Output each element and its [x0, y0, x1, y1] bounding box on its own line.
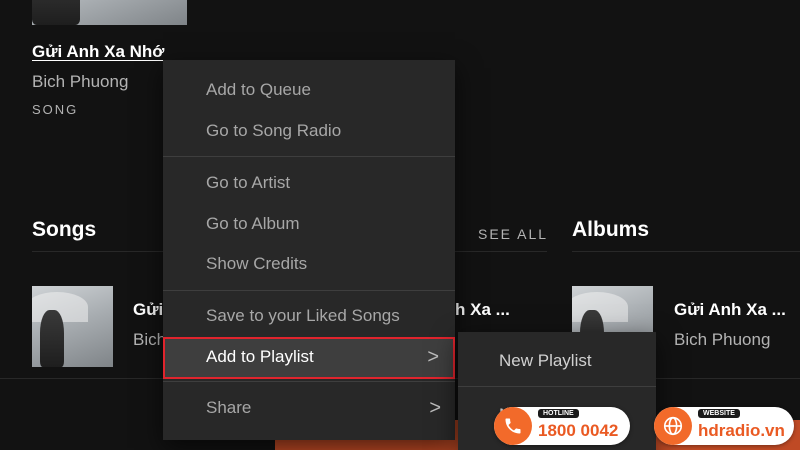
context-menu: Add to Queue Go to Song Radio Go to Arti… — [163, 60, 455, 440]
menu-go-to-song-radio[interactable]: Go to Song Radio — [163, 111, 455, 151]
top-result-album-art[interactable] — [32, 0, 187, 25]
menu-go-to-artist[interactable]: Go to Artist — [163, 163, 455, 203]
see-all-link[interactable]: SEE ALL — [478, 226, 548, 242]
album-artist[interactable]: Bich Phuong — [674, 330, 770, 350]
top-result-type: SONG — [32, 102, 79, 117]
hotline-label: HOTLINE — [538, 409, 579, 418]
songs-section-title[interactable]: Songs — [32, 218, 96, 242]
globe-icon — [654, 407, 692, 445]
song-album-art[interactable] — [32, 286, 113, 367]
menu-add-to-playlist-label: Add to Playlist — [206, 347, 314, 366]
top-result-artist[interactable]: Bich Phuong — [32, 72, 128, 92]
song-title-next[interactable]: h Xa ... — [455, 300, 510, 320]
submenu-separator — [458, 386, 656, 387]
submenu-new-playlist[interactable]: New Playlist — [458, 336, 656, 386]
menu-go-to-album[interactable]: Go to Album — [163, 204, 455, 244]
chevron-right-icon: > — [429, 397, 441, 419]
top-result-title[interactable]: Gửi Anh Xa Nhớ — [32, 42, 164, 62]
menu-add-to-playlist[interactable]: Add to Playlist > — [163, 337, 455, 379]
menu-separator — [163, 290, 455, 291]
albums-section-title[interactable]: Albums — [572, 218, 649, 242]
website-url: hdradio.vn — [698, 421, 785, 440]
website-label: WEBSITE — [698, 409, 740, 418]
menu-show-credits[interactable]: Show Credits — [163, 244, 455, 284]
albums-divider — [572, 251, 800, 252]
hotline-number: 1800 0042 — [538, 421, 619, 440]
menu-save-to-liked-songs[interactable]: Save to your Liked Songs — [163, 296, 455, 336]
menu-share-label: Share — [206, 398, 252, 417]
album-title[interactable]: Gửi Anh Xa ... — [674, 300, 786, 320]
menu-add-to-queue[interactable]: Add to Queue — [163, 70, 455, 110]
phone-icon — [494, 407, 532, 445]
song-title[interactable]: Gửi — [133, 300, 163, 320]
menu-share[interactable]: Share > — [163, 388, 455, 428]
menu-separator — [163, 156, 455, 157]
hotline-badge: HOTLINE 1800 0042 — [494, 407, 630, 445]
song-artist[interactable]: Bich — [133, 330, 166, 350]
website-badge: WEBSITE hdradio.vn — [654, 407, 794, 445]
chevron-right-icon: > — [427, 346, 439, 368]
menu-separator — [163, 381, 455, 382]
